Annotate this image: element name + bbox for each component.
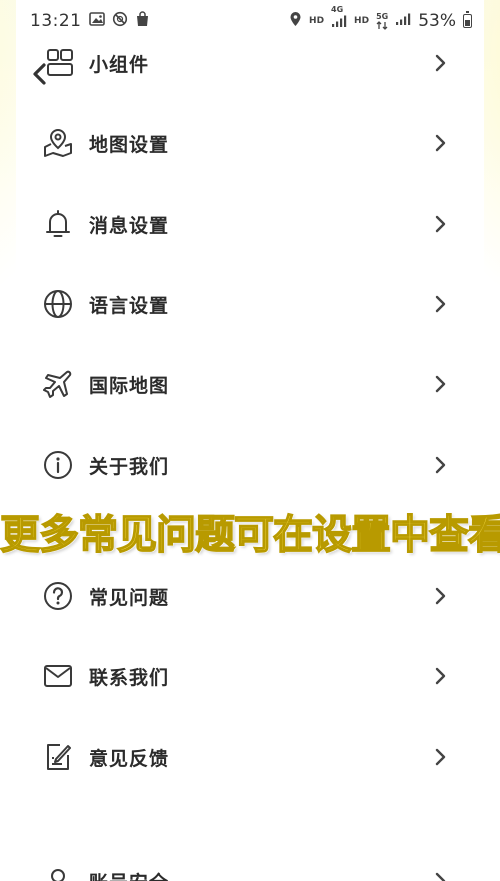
menu-item-account-security[interactable]: 账号安全 [0, 846, 500, 881]
settings-screen: 13:21 HD 4G HD 5G 53% 小组件 地图设置 消息设置 语言设置… [0, 0, 500, 881]
menu-item-international-map[interactable]: 国际地图 [0, 349, 500, 419]
chevron-right-icon [435, 295, 446, 313]
menu-item-label: 地图设置 [89, 133, 170, 156]
menu-item-language-settings[interactable]: 语言设置 [0, 269, 500, 339]
globe-icon [42, 288, 74, 320]
chevron-right-icon [435, 134, 446, 152]
widget-icon [44, 47, 76, 79]
menu-item-label: 账号安全 [89, 868, 169, 881]
info-icon [42, 449, 74, 481]
menu-item-feedback[interactable]: 意见反馈 [0, 722, 500, 792]
menu-item-label: 意见反馈 [89, 747, 170, 770]
account-icon [42, 865, 74, 881]
menu-item-label: 国际地图 [89, 374, 170, 397]
bell-icon [42, 208, 74, 240]
chevron-right-icon [435, 587, 446, 605]
menu-item-widget[interactable]: 小组件 [0, 28, 500, 98]
menu-item-label: 联系我们 [89, 666, 170, 689]
mail-icon [42, 660, 74, 692]
menu-item-about-us[interactable]: 关于我们 [0, 430, 500, 500]
menu-item-label: 关于我们 [89, 455, 170, 478]
overlay-caption: 更多常见问题可在设置中查看 [0, 511, 500, 559]
menu-item-message-settings[interactable]: 消息设置 [0, 189, 500, 259]
chevron-right-icon [435, 375, 446, 393]
chevron-right-icon [435, 54, 446, 72]
chevron-right-icon [435, 215, 446, 233]
feedback-icon [42, 741, 74, 773]
menu-item-faq[interactable]: 常见问题 [0, 561, 500, 631]
hd-label-2: HD [354, 16, 370, 26]
network-label-2: 5G [376, 11, 389, 21]
chevron-right-icon [435, 456, 446, 474]
menu-item-contact-us[interactable]: 联系我们 [0, 641, 500, 711]
network-label-2-wrap: 5G [376, 11, 389, 30]
menu-item-label: 小组件 [89, 53, 150, 76]
menu-item-label: 语言设置 [89, 294, 170, 317]
chevron-right-icon [435, 748, 446, 766]
menu-item-label: 常见问题 [89, 586, 170, 609]
question-icon [42, 580, 74, 612]
signal-icon-1: 4G [331, 5, 347, 28]
hd-label-1: HD [309, 16, 325, 26]
chevron-right-icon [435, 667, 446, 685]
menu-item-map-settings[interactable]: 地图设置 [0, 108, 500, 178]
chevron-right-icon [435, 872, 446, 881]
network-label-1: 4G [331, 5, 344, 14]
plane-icon [42, 368, 74, 400]
map-pin-icon [42, 127, 74, 159]
battery-icon [463, 11, 472, 28]
menu-item-label: 消息设置 [89, 214, 170, 237]
